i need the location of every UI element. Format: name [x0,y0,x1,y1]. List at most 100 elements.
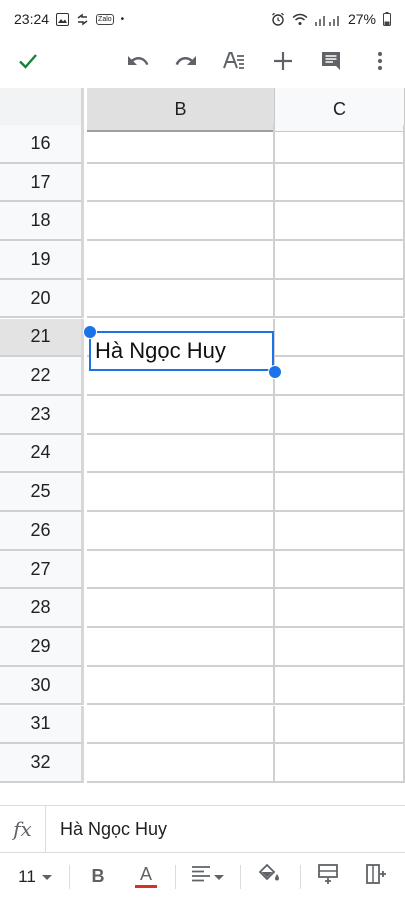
active-cell[interactable]: Hà Ngọc Huy [89,331,274,371]
text-color-button[interactable]: A [126,853,166,900]
cell-b[interactable] [87,395,275,435]
insert-row-button[interactable] [310,853,346,900]
cell-c[interactable] [275,473,405,512]
zalo-icon: Zalo [96,13,114,25]
row-header[interactable]: 17 [0,163,84,203]
insert-row-icon [318,864,338,889]
cell-b[interactable] [87,241,275,280]
cell-b[interactable] [87,473,275,512]
fill-color-icon [258,863,281,889]
cell-c[interactable] [275,357,405,396]
row-header[interactable]: 19 [0,241,84,280]
font-size-value: 11 [18,866,36,886]
spreadsheet-grid[interactable]: B C 16 17 18 19 20 21 22 23 24 25 26 27 28 29 30 31 32 H… [0,88,405,798]
cell-c[interactable] [275,241,405,280]
row-header[interactable]: 30 [0,666,84,706]
text-format-button[interactable] [214,38,254,88]
more-vert-icon [377,51,383,76]
text-color-swatch [135,885,157,888]
check-icon [17,50,39,77]
formula-bar: fx Hà Ngọc Huy [0,805,405,853]
row-header[interactable]: 22 [0,357,84,396]
cell-c[interactable] [275,202,405,242]
cell-c[interactable] [275,666,405,706]
cell-b[interactable] [87,628,275,667]
row-header[interactable]: 23 [0,395,84,435]
cell-b[interactable] [87,202,275,242]
row-header[interactable]: 26 [0,512,84,551]
row-header[interactable]: 31 [0,705,84,745]
row-header[interactable]: 27 [0,550,84,590]
cell-c[interactable] [275,125,405,164]
cell-b[interactable] [87,163,275,203]
cell-c[interactable] [275,550,405,590]
cell-c[interactable] [275,705,405,745]
cell-b[interactable] [87,589,275,629]
redo-button[interactable] [166,38,206,88]
status-time: 23:24 [14,11,50,27]
alarm-icon [271,12,285,26]
divider [69,865,70,889]
cell-c[interactable] [275,279,405,319]
cell-c[interactable] [275,589,405,629]
row-header[interactable]: 20 [0,279,84,319]
divider [300,865,301,889]
confirm-button[interactable] [8,38,48,88]
signal-icon [314,13,341,26]
cell-b[interactable] [87,279,275,319]
fill-color-button[interactable] [252,853,288,900]
row-header[interactable]: 25 [0,473,84,512]
insert-button[interactable] [263,38,303,88]
bold-icon: B [91,866,105,886]
wifi-icon [292,13,308,26]
formula-input[interactable]: Hà Ngọc Huy [46,819,167,840]
font-size-dropdown[interactable]: 11 [10,853,60,900]
cell-b[interactable] [87,550,275,590]
row-header[interactable]: 21 [0,318,84,358]
insert-column-button[interactable] [358,853,394,900]
fx-icon: fx [0,806,46,852]
divider [175,865,176,889]
cell-b[interactable] [87,125,275,164]
row-header[interactable]: 16 [0,125,84,164]
cell-c[interactable] [275,434,405,474]
comment-button[interactable] [311,38,351,88]
row-header[interactable]: 18 [0,202,84,242]
divider [240,865,241,889]
cell-c[interactable] [275,744,405,783]
align-dropdown[interactable] [186,853,230,900]
selection-handle-bottom-right[interactable] [268,365,282,379]
selection-handle-top-left[interactable] [83,325,97,339]
status-bar-left: 23:24 Zalo • [14,11,124,27]
comment-icon [320,50,342,77]
align-left-icon [192,866,210,887]
row-header[interactable]: 24 [0,434,84,474]
plus-icon [272,50,294,77]
notification-dot: • [120,13,125,25]
cell-c[interactable] [275,512,405,551]
cell-c[interactable] [275,318,405,358]
redo-icon [174,49,198,78]
cell-c[interactable] [275,395,405,435]
cell-b[interactable] [87,666,275,706]
cell-b[interactable] [87,434,275,474]
cell-b[interactable] [87,705,275,745]
more-options-button[interactable] [360,38,400,88]
insert-column-icon [366,864,386,889]
status-bar: 23:24 Zalo • 27% [0,0,405,38]
undo-button[interactable] [118,38,158,88]
battery-percent: 27% [347,11,376,27]
text-color-icon: A [139,864,152,884]
cell-b[interactable] [87,512,275,551]
bold-button[interactable]: B [80,853,116,900]
row-header[interactable]: 28 [0,589,84,629]
dropdown-arrow-icon [214,868,224,886]
dropdown-arrow-icon [41,868,52,886]
cell-c[interactable] [275,628,405,667]
image-icon [56,12,70,26]
cell-b[interactable] [87,744,275,783]
cell-c[interactable] [275,163,405,203]
active-cell-text: Hà Ngọc Huy [95,338,226,363]
row-header[interactable]: 29 [0,628,84,667]
row-header[interactable]: 32 [0,744,84,783]
